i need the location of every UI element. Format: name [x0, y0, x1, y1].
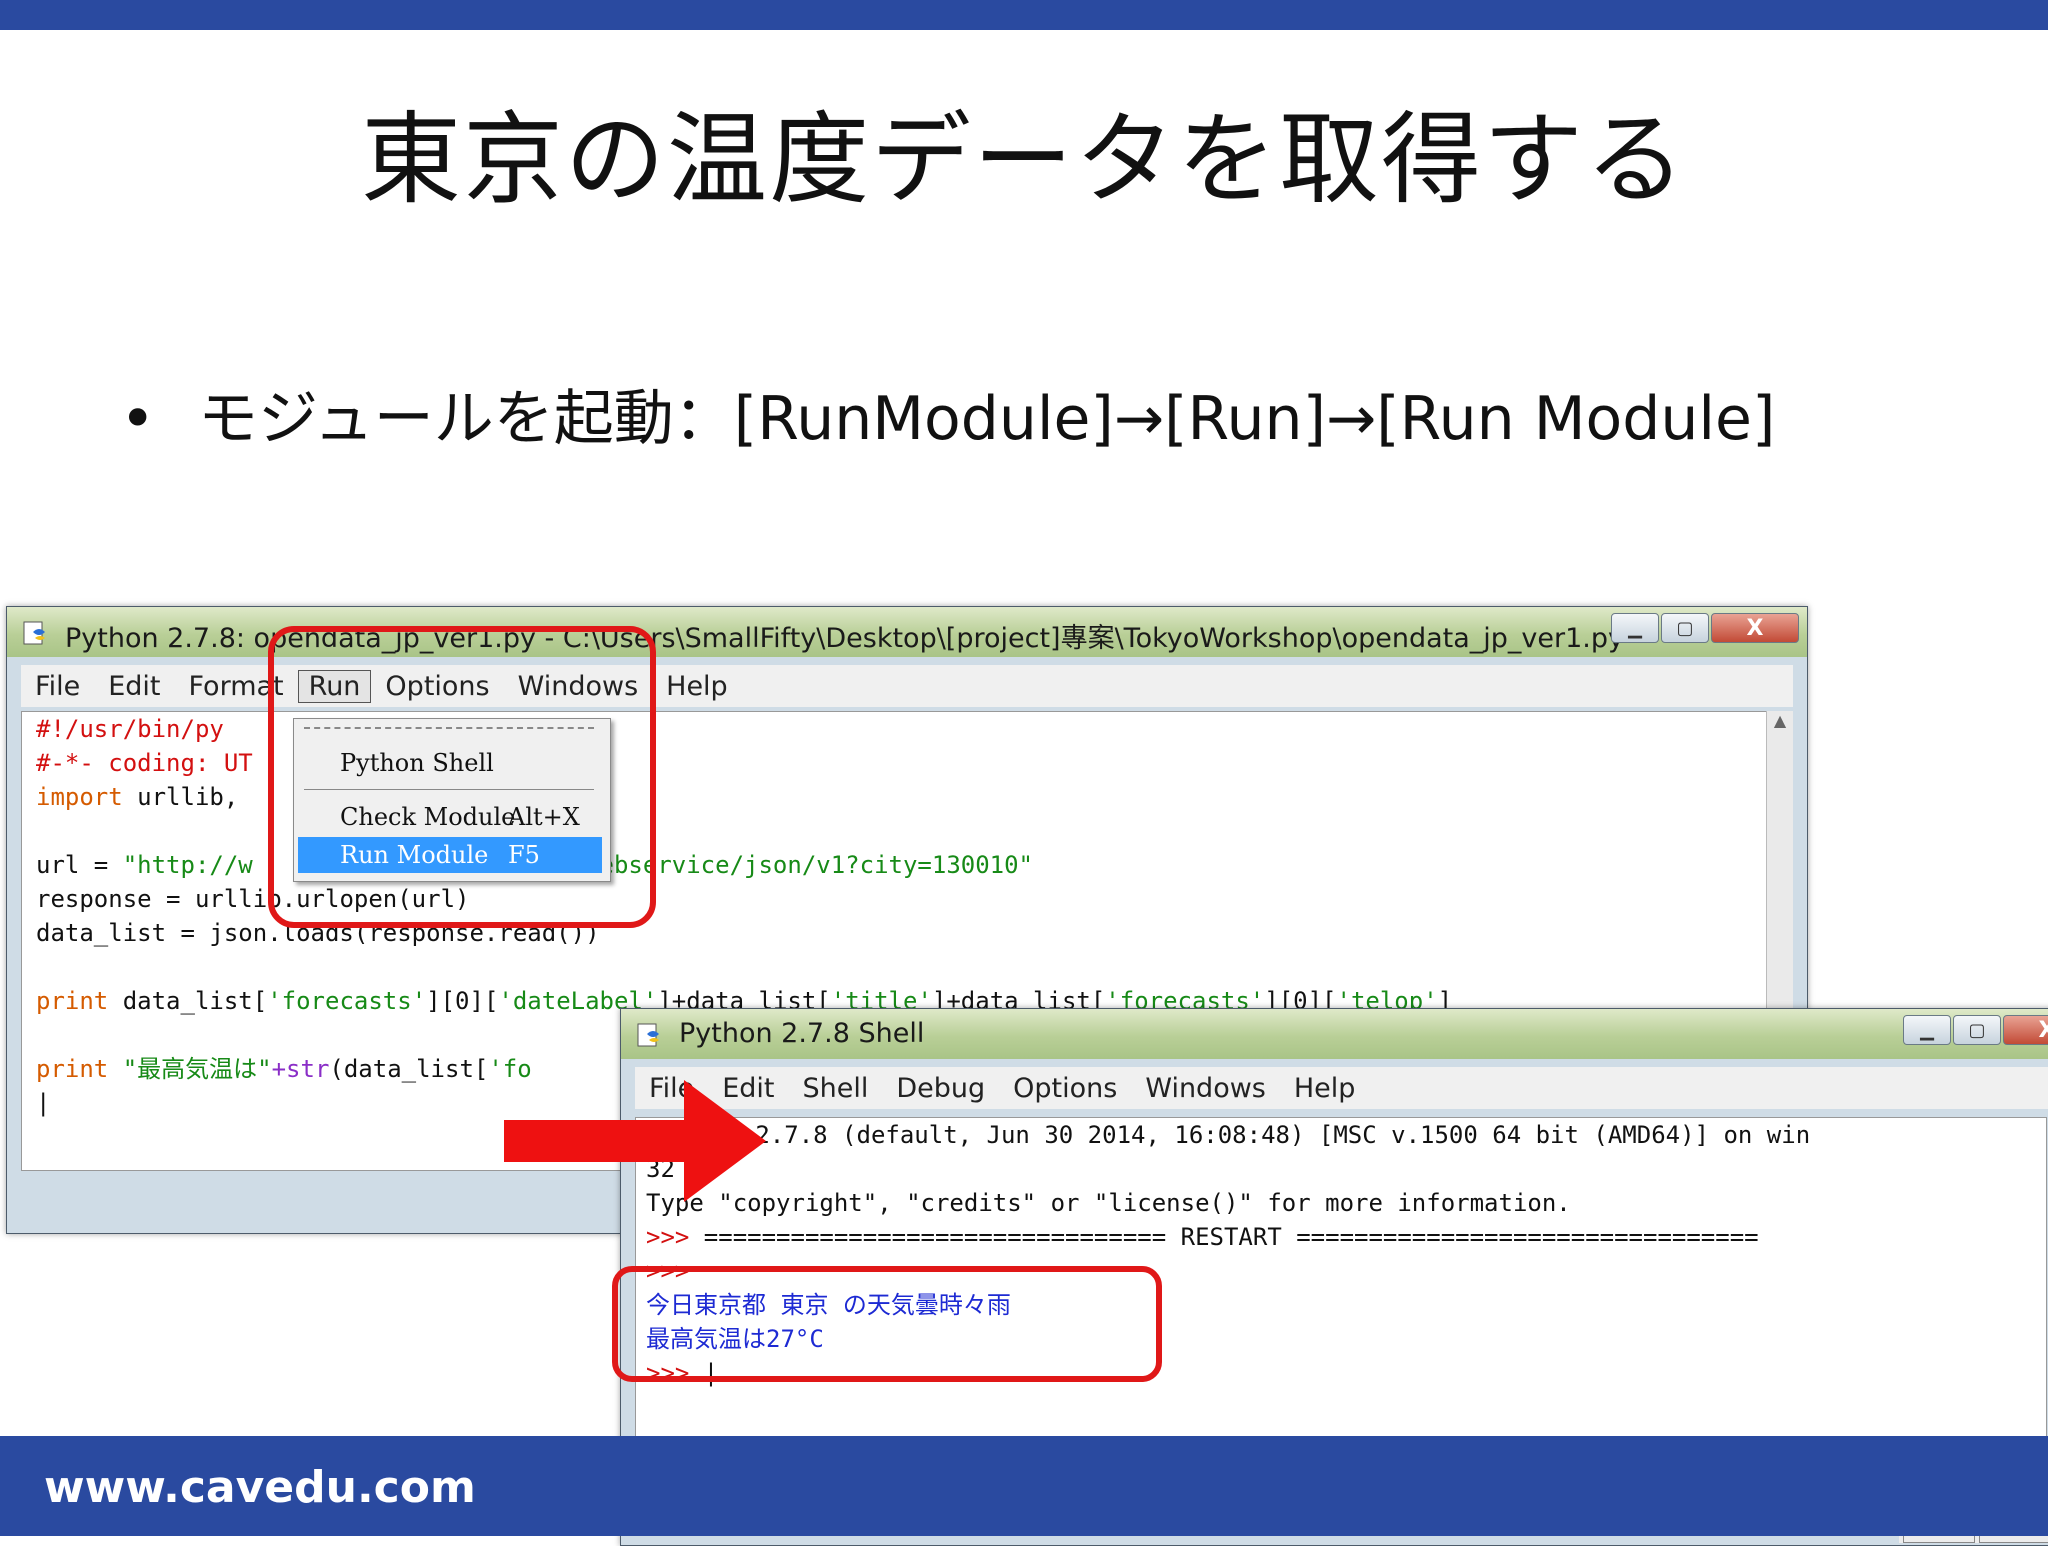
close-button[interactable]: X — [2003, 1015, 2048, 1045]
maximize-button[interactable]: ▢ — [1953, 1015, 2001, 1045]
menu-help[interactable]: Help — [1280, 1073, 1370, 1104]
output-highlight-box — [612, 1266, 1162, 1382]
shell-info: Type "copyright", "credits" or "license(… — [646, 1189, 1571, 1217]
code-line: #!/usr/bin/py — [36, 715, 224, 743]
code-keyword: import — [36, 783, 123, 811]
text-cursor: | — [36, 1089, 51, 1117]
code-line: #-*- coding: UT — [36, 749, 253, 777]
maximize-button[interactable]: ▢ — [1661, 613, 1709, 643]
shell-menubar: File Edit Shell Debug Options Windows He… — [635, 1067, 2048, 1109]
code-text-span: (data_list[ — [329, 1055, 489, 1083]
shell-window-controls: ▁ ▢ X — [1901, 1015, 2048, 1045]
code-string: "最高気温は" — [108, 1055, 272, 1083]
menu-shell[interactable]: Shell — [788, 1073, 882, 1104]
close-icon: X — [2039, 1018, 2048, 1043]
python-idle-icon — [23, 621, 45, 645]
minimize-icon: ▁ — [1920, 1019, 1934, 1041]
code-keyword: print — [36, 987, 109, 1015]
menu-windows[interactable]: Windows — [1131, 1073, 1280, 1104]
code-keyword: print — [36, 1055, 109, 1083]
maximize-icon: ▢ — [1676, 617, 1694, 639]
slide-top-bar — [0, 0, 2048, 30]
shell-prompt: >>> — [646, 1223, 704, 1251]
menu-file[interactable]: File — [21, 671, 94, 702]
slide-title: 東京の温度データを取得する — [361, 101, 1687, 218]
menu-edit[interactable]: Edit — [94, 671, 174, 702]
maximize-icon: ▢ — [1968, 1019, 1986, 1041]
editor-window-controls: ▁ ▢ X — [1609, 613, 1799, 643]
minimize-icon: ▁ — [1628, 617, 1642, 639]
minimize-button[interactable]: ▁ — [1903, 1015, 1951, 1045]
shell-window-title: Python 2.7.8 Shell — [679, 1018, 925, 1049]
shell-restart: ================================ RESTART… — [703, 1223, 1759, 1251]
close-icon: X — [1746, 615, 1764, 641]
code-string: "http://w — [122, 851, 253, 879]
bullet-text: モジュールを起動：[RunModule]→[Run]→[Run Module] — [198, 384, 1776, 454]
code-text-span: ][0][ — [426, 987, 499, 1015]
code-text-span: response = ur — [36, 885, 224, 913]
code-string: 'fo — [488, 1055, 532, 1083]
slide-bullet: • モジュールを起動：[RunModule]→[Run]→[Run Module] — [120, 370, 1775, 457]
run-menu-highlight-box — [268, 626, 656, 928]
menu-help[interactable]: Help — [652, 671, 742, 702]
menu-debug[interactable]: Debug — [882, 1073, 999, 1104]
code-builtin: +str — [271, 1055, 330, 1083]
code-text-span: url = — [36, 851, 123, 879]
shell-banner: on 2.7.8 (default, Jun 30 2014, 16:08:48… — [712, 1121, 1811, 1149]
scroll-up-icon[interactable]: ▲ — [1767, 711, 1793, 739]
shell-titlebar[interactable]: Python 2.7.8 Shell ▁ ▢ X — [621, 1009, 2048, 1059]
close-button[interactable]: X — [1711, 613, 1799, 643]
code-string: 'forecasts' — [267, 987, 427, 1015]
python-idle-icon — [637, 1023, 659, 1047]
minimize-button[interactable]: ▁ — [1611, 613, 1659, 643]
bullet-dot: • — [120, 384, 156, 454]
footer-url: www.cavedu.com — [44, 1462, 476, 1513]
code-text-span: data_list[ — [108, 987, 268, 1015]
pointer-arrow-icon — [504, 1080, 766, 1202]
menu-options[interactable]: Options — [999, 1073, 1131, 1104]
code-text-span: urllib, — [122, 783, 239, 811]
